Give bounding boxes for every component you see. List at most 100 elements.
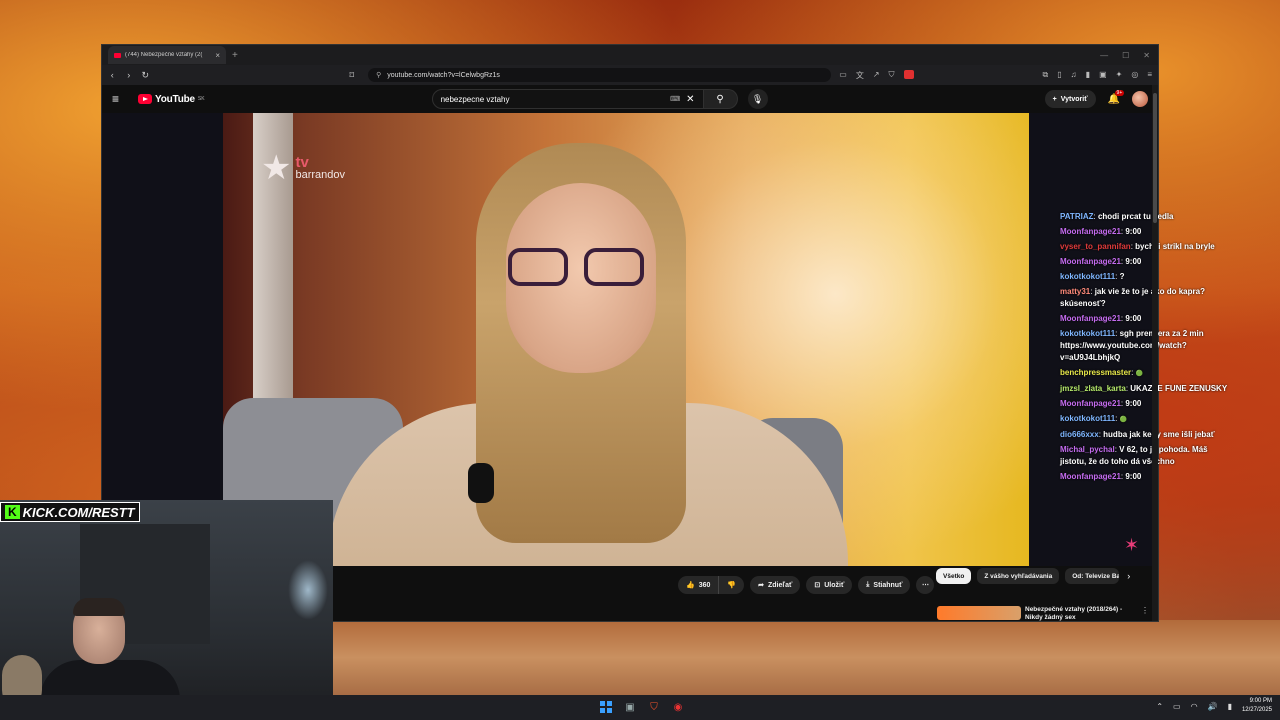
webcam-lamp [288, 560, 328, 620]
chat-user: benchpressmaster [1060, 368, 1132, 377]
share-icon[interactable]: ↗ [873, 70, 880, 81]
chat-user: Moonfanpage21 [1060, 314, 1121, 323]
account-avatar[interactable] [1132, 91, 1148, 107]
save-button[interactable]: ⊡ Uložiť [806, 576, 853, 594]
maximize-button[interactable]: ☐ [1122, 51, 1129, 60]
wifi-icon[interactable]: ◠ [1191, 702, 1198, 711]
window-controls: — ☐ ✕ [1100, 51, 1158, 60]
stream-logo-icon: ✶ [1124, 535, 1140, 555]
forward-button[interactable]: › [125, 70, 134, 80]
chat-text: UKAZTE FUNE ZENUSKY [1130, 384, 1228, 393]
microphone-icon: 🎙 [751, 93, 764, 104]
watermark-tv: tv [295, 154, 309, 171]
stream-chat-overlay: PATRIAZ: chodi prcat tu vedla Moonfanpag… [1060, 211, 1230, 486]
extensions-icon[interactable]: ⧉ [1043, 70, 1049, 81]
chevron-right-icon[interactable]: › [1127, 571, 1130, 581]
translate-icon[interactable]: 文 [856, 70, 864, 81]
chat-message: Moonfanpage21: 9:00 [1060, 399, 1142, 408]
tab-title: (744) Nebezpečné vztahy (2( [125, 52, 203, 58]
clear-search-icon[interactable]: ✕ [686, 94, 694, 105]
clock-date: 12/27/2025 [1241, 707, 1272, 713]
keyboard-icon[interactable]: ⌨ [670, 95, 680, 103]
cast-icon[interactable]: ▭ [839, 70, 847, 81]
windows-taskbar: ▣ ⛉ ◉ ⌃ ▭ ◠ 🔊 ▮ 9:00 PM 12/27/2025 [0, 695, 1280, 720]
taskbar-apps: ▣ ⛉ ◉ [598, 699, 686, 715]
share-button[interactable]: ➦ Zdieľať [750, 576, 801, 594]
reload-button[interactable]: ↻ [141, 70, 150, 81]
chat-user: Moonfanpage21 [1060, 227, 1121, 236]
network-icon[interactable]: ▭ [1173, 702, 1181, 711]
chat-text: ? [1119, 272, 1125, 281]
volume-icon[interactable]: 🔊 [1208, 702, 1218, 711]
brave-shields-icon[interactable]: ⛉ [889, 70, 895, 81]
puzzle-icon[interactable]: ✦ [1116, 70, 1123, 81]
search-icon: ⚲ [716, 93, 724, 105]
chat-user: kokotkokot111 [1060, 414, 1116, 423]
browser-tab[interactable]: (744) Nebezpečné vztahy (2( × [108, 46, 226, 64]
brave-rewards-icon[interactable] [903, 69, 914, 79]
chat-text: 9:00 [1125, 399, 1142, 408]
youtube-logo[interactable]: YouTube SK [138, 94, 205, 105]
create-button[interactable]: + Vytvoriť [1044, 90, 1096, 108]
chat-user: Moonfanpage21 [1060, 399, 1121, 408]
glasses-lens-right [584, 248, 644, 286]
download-icon: ⤓ [866, 581, 870, 588]
chat-user: Michal_pychal [1060, 445, 1115, 454]
taskbar-clock[interactable]: 9:00 PM 12/27/2025 [1242, 697, 1272, 715]
menu-icon[interactable]: ≡ [1147, 70, 1152, 81]
emote-icon: 🟢 [1119, 417, 1128, 423]
dislike-button[interactable]: 👎 [718, 576, 745, 594]
battery-icon[interactable]: ▮ [1228, 702, 1232, 711]
voice-search-button[interactable]: 🎙 [747, 89, 768, 109]
recommended-video[interactable]: Nebezpečné vztahy (2018/264) - Nikdy žád… [937, 606, 1149, 622]
tray-chevron-up-icon[interactable]: ⌃ [1156, 702, 1163, 711]
chat-text: 9:00 [1125, 314, 1142, 323]
video-frame[interactable]: ★ tv barrandov [223, 113, 1029, 566]
notification-count: 9+ [1114, 89, 1125, 96]
search-button[interactable]: ⚲ [703, 89, 738, 109]
more-actions-button[interactable]: ⋯ [916, 576, 935, 594]
reading-list-icon[interactable]: ▮ [1086, 70, 1090, 81]
recommended-title[interactable]: Nebezpečné vztahy (2018/264) - Nikdy žád… [1025, 606, 1135, 622]
guide-menu-icon[interactable]: ≡ [112, 92, 132, 106]
chat-text: chodi prcat tu vedla [1097, 212, 1174, 221]
url-field[interactable]: ⚲ youtube.com/watch?v=lCelwbgRz1s [368, 68, 832, 82]
minimize-button[interactable]: — [1100, 51, 1108, 60]
chat-message: jmzsl_zlata_karta: UKAZTE FUNE ZENUSKY [1060, 384, 1228, 393]
streamer-webcam [0, 500, 333, 720]
video-player-area[interactable]: ★ tv barrandov PATRIAZ: chodi prcat tu v… [102, 113, 1227, 566]
back-button[interactable]: ‹ [108, 70, 117, 80]
recommended-thumbnail[interactable] [937, 606, 1021, 620]
new-tab-button[interactable]: + [232, 50, 238, 61]
chat-user: jmzsl_zlata_karta [1060, 384, 1126, 393]
close-window-button[interactable]: ✕ [1143, 51, 1150, 60]
vpn-icon[interactable]: ◎ [1131, 70, 1138, 81]
media-icon[interactable]: ♫ [1071, 70, 1077, 81]
page-scrollbar[interactable] [1152, 85, 1158, 621]
chip-from-search[interactable]: Z vášho vyhľadávania [977, 568, 1060, 584]
wallet-icon[interactable]: ▣ [1099, 70, 1107, 81]
kick-channel-label: K KICK.COM/RESTT [0, 502, 140, 522]
like-button[interactable]: 👍 360 [678, 576, 719, 594]
chip-all[interactable]: Všetko [936, 568, 972, 584]
taskbar-app-icon[interactable]: ▣ [622, 699, 638, 715]
recommended-menu-icon[interactable]: ⋮ [1141, 606, 1149, 622]
chat-message: Moonfanpage21: 9:00 [1060, 314, 1142, 323]
obs-studio-icon[interactable]: ◉ [670, 699, 686, 715]
download-button[interactable]: ⤓ Stiahnuť [858, 576, 911, 594]
sidebar-icon[interactable]: ▯ [1057, 70, 1061, 81]
chat-user: Moonfanpage21 [1060, 257, 1121, 266]
brave-browser-icon[interactable]: ⛉ [646, 699, 662, 715]
notifications-button[interactable]: 🔔 9+ [1108, 89, 1125, 105]
start-button[interactable] [598, 699, 614, 715]
scrollbar-thumb[interactable] [1153, 93, 1157, 223]
extension-toolbar: ▭ 文 ↗ ⛉ ⧉ ▯ ♫ ▮ ▣ ✦ ◎ ≡ [839, 69, 1152, 81]
bookmark-icon[interactable]: ⌑ [348, 70, 357, 81]
site-info-icon[interactable]: ⚲ [376, 71, 381, 79]
close-tab-icon[interactable]: × [215, 51, 220, 60]
chat-text: 9:00 [1125, 257, 1142, 266]
chat-text: bych ji strikl na bryle [1135, 242, 1215, 251]
chip-from-channel[interactable]: Od: Televize Ba [1065, 568, 1120, 584]
search-input[interactable]: nebezpecne vztahy ⌨ ✕ [431, 89, 704, 109]
bookmark-save-icon: ⊡ [814, 582, 821, 589]
